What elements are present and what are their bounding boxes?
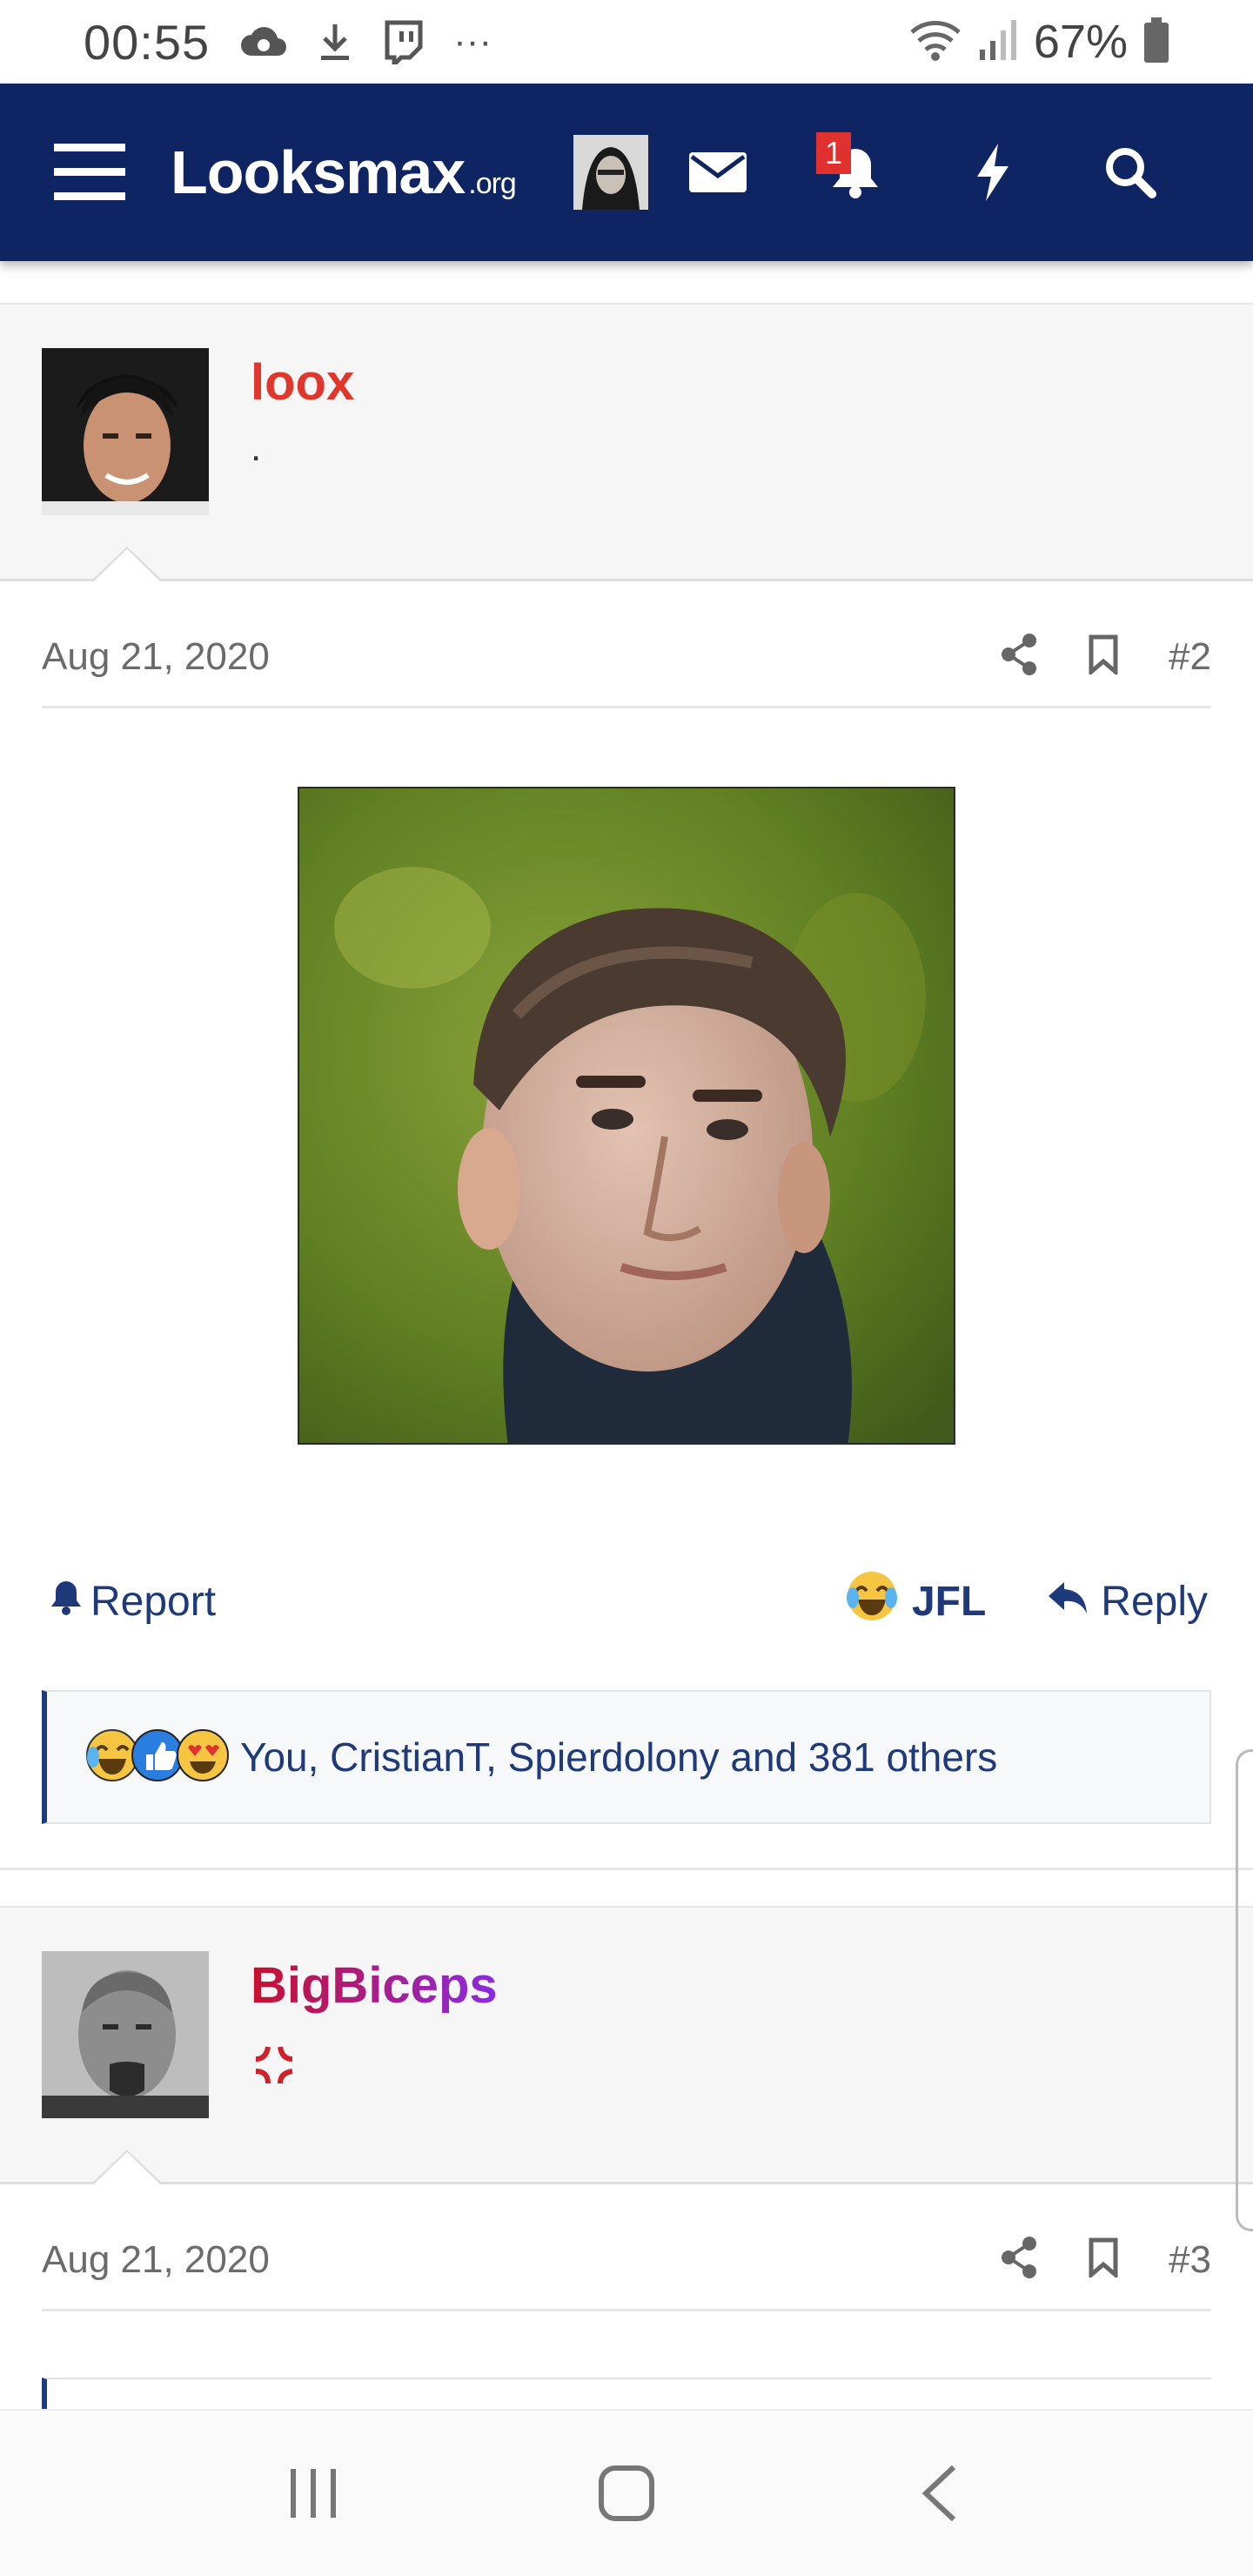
reactions-summary[interactable]: You, CristianT, Spierdolony and 381 othe… xyxy=(42,1690,1211,1824)
reply-button[interactable]: Reply xyxy=(1047,1578,1208,1626)
author-title: . xyxy=(251,426,262,469)
post-image-attachment[interactable] xyxy=(298,787,955,1445)
cloud-sync-icon xyxy=(239,24,288,59)
bell-icon xyxy=(50,1578,82,1626)
notification-badge: 1 xyxy=(816,132,851,174)
post-author-header: BigBiceps xyxy=(0,1906,1253,2185)
recent-apps-icon[interactable] xyxy=(244,2441,383,2546)
reply-label: Reply xyxy=(1101,1578,1208,1625)
signal-icon xyxy=(978,18,1018,66)
home-icon[interactable] xyxy=(557,2441,696,2546)
post-meta: Aug 21, 2020 #2 xyxy=(42,607,1211,708)
back-icon[interactable] xyxy=(870,2441,1009,2546)
battery-percent: 67% xyxy=(1033,16,1128,68)
post-number[interactable]: #2 xyxy=(1169,635,1211,679)
post-date[interactable]: Aug 21, 2020 xyxy=(42,2238,270,2282)
post-author-header: loox . xyxy=(0,303,1253,582)
bookmark-icon[interactable] xyxy=(1089,2237,1118,2282)
reactions-text: You, CristianT, Spierdolony and 381 othe… xyxy=(240,1734,998,1780)
user-avatar[interactable] xyxy=(573,135,648,210)
header-pointer xyxy=(90,547,164,582)
download-icon xyxy=(318,21,352,63)
post-date[interactable]: Aug 21, 2020 xyxy=(42,635,270,679)
post-actions: Report JFL Reply xyxy=(50,1566,1208,1636)
wifi-icon xyxy=(908,18,962,66)
heart-eyes-emoji-icon xyxy=(176,1728,230,1787)
bookmark-icon[interactable] xyxy=(1089,634,1118,679)
share-icon[interactable] xyxy=(1000,2237,1038,2283)
site-navbar: Looksmax .org 1 xyxy=(0,84,1253,261)
logo-text: Looksmax xyxy=(171,138,466,206)
menu-icon[interactable] xyxy=(54,142,125,203)
logo-suffix: .org xyxy=(468,167,517,200)
battery-icon xyxy=(1143,17,1169,67)
twitch-icon xyxy=(382,19,424,64)
post-divider xyxy=(0,1868,1253,1870)
reply-arrow-icon xyxy=(1047,1578,1089,1626)
site-logo[interactable]: Looksmax .org xyxy=(171,138,517,207)
crying-laughing-emoji-icon xyxy=(846,1570,898,1633)
reaction-emojis xyxy=(85,1728,229,1787)
share-icon[interactable] xyxy=(1000,634,1038,680)
status-time: 00:55 xyxy=(84,14,211,70)
react-button[interactable]: JFL xyxy=(846,1570,986,1633)
reaction-label: JFL xyxy=(911,1578,987,1625)
envelope-icon[interactable] xyxy=(649,120,787,225)
post-number[interactable]: #3 xyxy=(1169,2238,1211,2282)
anger-icon xyxy=(251,2042,298,2098)
author-username[interactable]: loox xyxy=(251,353,354,412)
lightning-icon[interactable] xyxy=(924,120,1062,225)
scrollbar[interactable] xyxy=(1236,1749,1253,2231)
system-nav-bar xyxy=(0,2409,1253,2576)
header-pointer xyxy=(90,2150,164,2185)
report-label: Report xyxy=(90,1578,217,1625)
bell-icon[interactable]: 1 xyxy=(787,120,924,225)
more-notifications-icon: ··· xyxy=(453,20,492,63)
next-post-content xyxy=(42,2378,1211,2412)
author-username[interactable]: BigBiceps xyxy=(251,1956,498,2015)
search-icon[interactable] xyxy=(1062,120,1199,225)
post-meta: Aug 21, 2020 #3 xyxy=(42,2210,1211,2311)
author-avatar[interactable] xyxy=(42,348,209,515)
author-avatar[interactable] xyxy=(42,1951,209,2118)
report-button[interactable]: Report xyxy=(50,1578,216,1626)
status-bar: 00:55 ··· 67% xyxy=(0,0,1253,84)
